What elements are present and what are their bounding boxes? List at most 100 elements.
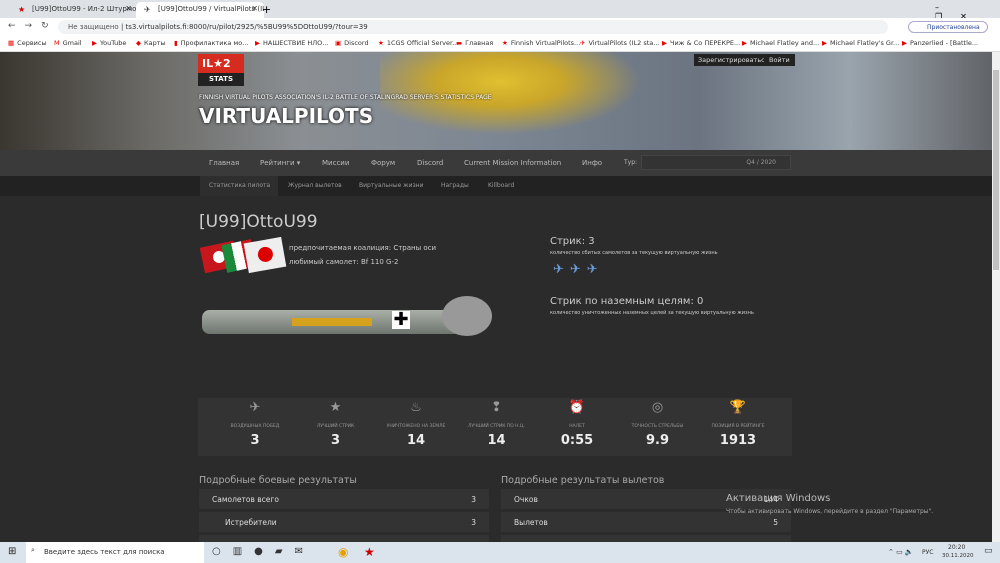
windows-activation-text: Чтобы активировать Windows, перейдите в … bbox=[726, 508, 934, 515]
ground-streak-desc: количество уничтоженных наземных целей з… bbox=[550, 310, 754, 316]
stat-item: ★ ЛУЧШИЙ СТРИК 3 bbox=[296, 400, 376, 448]
stat-value: 14 bbox=[406, 433, 426, 448]
bookmark[interactable]: ▮ Профилактика мо... bbox=[174, 39, 248, 47]
stat-value: 9.9 bbox=[645, 433, 670, 448]
stat-label: ЛУЧШИЙ СТРИК ПО Н.Ц. bbox=[468, 424, 525, 429]
browser-tab[interactable]: ★ [U99]OttoU99 - Ил-2 Штурмовик ✕ bbox=[10, 2, 138, 18]
stat-value: 14 bbox=[487, 433, 506, 448]
air-streak-desc: количество сбитых самолетов за текущую в… bbox=[550, 250, 718, 256]
close-icon[interactable]: ✕ bbox=[251, 4, 258, 13]
fire-icon: ♨ bbox=[410, 400, 422, 415]
stat-item: ⏰ НАЛЕТ 0:55 bbox=[537, 400, 617, 448]
new-tab-button[interactable]: + bbox=[262, 3, 271, 16]
nav-buttons[interactable]: ←→↻ bbox=[8, 21, 58, 31]
stat-value: 1913 bbox=[719, 433, 757, 448]
subnav-virtual-lives[interactable]: Виртуальные жизни bbox=[359, 182, 424, 189]
sub-nav: Статистика пилота Журнал вылетов Виртуал… bbox=[0, 176, 1000, 196]
tray-icons[interactable]: ⌃ ▭ 🔈 bbox=[888, 548, 914, 556]
pilot-name: [U99]OttoU99 bbox=[199, 212, 318, 232]
search-icon: ⌕ bbox=[31, 546, 35, 554]
nav-home[interactable]: Главная bbox=[209, 159, 239, 167]
ground-streak: Стрик по наземным целям: 0 bbox=[550, 296, 704, 307]
bookmark[interactable]: ▶ Michael Flatley and... bbox=[742, 39, 819, 47]
subnav-pilot-stats[interactable]: Статистика пилота bbox=[209, 182, 270, 189]
login-link[interactable]: Войти bbox=[764, 54, 795, 66]
trophy-icon: 🏆 bbox=[729, 400, 747, 415]
il2-stats-logo[interactable]: IL★2 STATS bbox=[198, 54, 244, 86]
stat-label: ТОЧНОСТЬ СТРЕЛЬБЫ bbox=[631, 424, 684, 429]
red-star-icon[interactable]: ★ bbox=[364, 545, 375, 559]
bookmark[interactable]: ★ Finnish VirtualPilots... bbox=[502, 39, 580, 47]
nav-ratings[interactable]: Рейтинги ▾ bbox=[260, 159, 300, 167]
bookmark[interactable]: ▶ Чиж & Co ПЕРЕКРЕ... bbox=[662, 39, 740, 47]
site-title: VIRTUALPILOTS bbox=[199, 104, 374, 128]
stat-label: НАЛЕТ bbox=[569, 424, 585, 429]
close-icon[interactable]: ✕ bbox=[125, 4, 132, 13]
target-icon: ◎ bbox=[651, 400, 664, 415]
nav-discord[interactable]: Discord bbox=[417, 159, 443, 167]
header-banner: IL★2 STATS FINNISH VIRTUAL PILOTS ASSOCI… bbox=[0, 52, 1000, 150]
favorite-aircraft: любимый самолет: Bf 110 G-2 bbox=[289, 258, 399, 266]
combat-results-title: Подробные боевые результаты bbox=[199, 475, 357, 486]
scrollbar[interactable] bbox=[992, 52, 1000, 542]
bookmark[interactable]: ▶ НАШЕСТВИЕ НЛО... bbox=[255, 39, 329, 47]
stat-label: ПОЗИЦИЯ В РЕЙТИНГЕ bbox=[711, 424, 765, 429]
bookmark[interactable]: ▶ Panzerlied - [Battle... bbox=[902, 39, 978, 47]
bookmark[interactable]: ▶ Michael Flatley's Gr... bbox=[822, 39, 899, 47]
table-row: Вылетов 5 bbox=[501, 512, 791, 532]
main-nav: Главная Рейтинги ▾ Миссии Форум Discord … bbox=[0, 150, 1000, 176]
url-field[interactable]: Не защищено | ts3.virtualpilots.fi:8000/… bbox=[58, 20, 888, 34]
windows-start-icon[interactable]: ⊞ bbox=[8, 546, 16, 557]
subnav-sorties[interactable]: Журнал вылетов bbox=[288, 182, 342, 189]
taskbar: ⊞ ⌕ Введите здесь текст для поиска ○▥●▰✉ … bbox=[0, 542, 1000, 563]
stat-item: 🏆 ПОЗИЦИЯ В РЕЙТИНГЕ 1913 bbox=[698, 400, 778, 448]
nav-info[interactable]: Инфо bbox=[582, 159, 602, 167]
tab-bar: ★ [U99]OttoU99 - Ил-2 Штурмовик ✕ ✈ [U99]Ot… bbox=[0, 0, 1000, 21]
bookmark[interactable]: ▶ YouTube bbox=[92, 39, 126, 47]
red-star-icon: ★ bbox=[18, 5, 26, 14]
profile-button[interactable]: Приостановлена bbox=[908, 21, 988, 33]
taskbar-search[interactable]: ⌕ Введите здесь текст для поиска bbox=[26, 542, 204, 563]
bookmark[interactable]: ▬ Главная bbox=[456, 39, 493, 47]
streak-plane-icons: ✈✈✈ bbox=[553, 262, 604, 277]
clock-time[interactable]: 20:20 bbox=[948, 544, 965, 551]
plane-icon: ✈ bbox=[144, 5, 151, 14]
chrome-icon[interactable]: ◉ bbox=[338, 545, 348, 559]
bookmark[interactable]: ◆ Карты bbox=[136, 39, 166, 47]
stat-item: ✈ ВОЗДУШНЫХ ПОБЕД 3 bbox=[215, 400, 295, 448]
subnav-awards[interactable]: Награды bbox=[441, 182, 469, 189]
preferred-coalition: предпочитаемая коалиция: Страны оси bbox=[289, 244, 437, 252]
bookmark[interactable]: M Gmail bbox=[54, 39, 82, 47]
plane-icon: ✈ bbox=[249, 400, 261, 415]
stat-label: ЛУЧШИЙ СТРИК bbox=[316, 424, 355, 429]
register-link[interactable]: Зарегистрироваться bbox=[694, 54, 773, 66]
stat-label: ВОЗДУШНЫХ ПОБЕД bbox=[230, 424, 280, 429]
tour-select[interactable]: Q4 / 2020 bbox=[641, 155, 791, 170]
windows-activation-title: Активация Windows bbox=[726, 493, 831, 504]
notifications-icon[interactable]: ▭ bbox=[984, 546, 993, 556]
stat-value: 3 bbox=[250, 433, 260, 448]
clock-icon: ⏰ bbox=[568, 400, 586, 415]
language-indicator[interactable]: РУС bbox=[922, 549, 933, 556]
bookmark[interactable]: ▣ Discord bbox=[335, 39, 369, 47]
browser-tab-active[interactable]: ✈ [U99]OttoU99 / VirtualPilots (IL2 ✕ bbox=[136, 2, 264, 18]
nav-missions[interactable]: Миссии bbox=[322, 159, 349, 167]
subnav-killboard[interactable]: Killboard bbox=[488, 182, 514, 189]
site-subtitle: FINNISH VIRTUAL PILOTS ASSOCIATION'S IL-… bbox=[199, 94, 492, 101]
bookmark[interactable]: ▦ Сервисы bbox=[8, 39, 47, 47]
stat-value: 3 bbox=[330, 433, 341, 448]
stat-label: УНИЧТОЖЕНО НА ЗЕМЛЕ bbox=[386, 424, 446, 429]
star-icon: ★ bbox=[329, 400, 342, 415]
bookmark[interactable]: ✈ VirtualPilots (IL2 sta... bbox=[580, 39, 659, 47]
stat-value: 0:55 bbox=[560, 433, 594, 448]
air-streak: Стрик: 3 bbox=[550, 236, 595, 247]
bookmark[interactable]: ★ 1CGS Official Server... bbox=[378, 39, 458, 47]
stat-item: ♨ УНИЧТОЖЕНО НА ЗЕМЛЕ 14 bbox=[376, 400, 456, 448]
stat-item: ◎ ТОЧНОСТЬ СТРЕЛЬБЫ 9.9 bbox=[618, 400, 698, 448]
table-row: Самолетов всего 3 bbox=[199, 489, 489, 509]
taskbar-apps[interactable]: ○▥●▰✉ bbox=[212, 546, 315, 557]
clock-date[interactable]: 30.11.2020 bbox=[942, 553, 974, 559]
nav-forum[interactable]: Форум bbox=[371, 159, 395, 167]
nav-current-mission[interactable]: Current Mission Information bbox=[464, 159, 561, 167]
stat-item: ❢ ЛУЧШИЙ СТРИК ПО Н.Ц. 14 bbox=[457, 400, 537, 448]
